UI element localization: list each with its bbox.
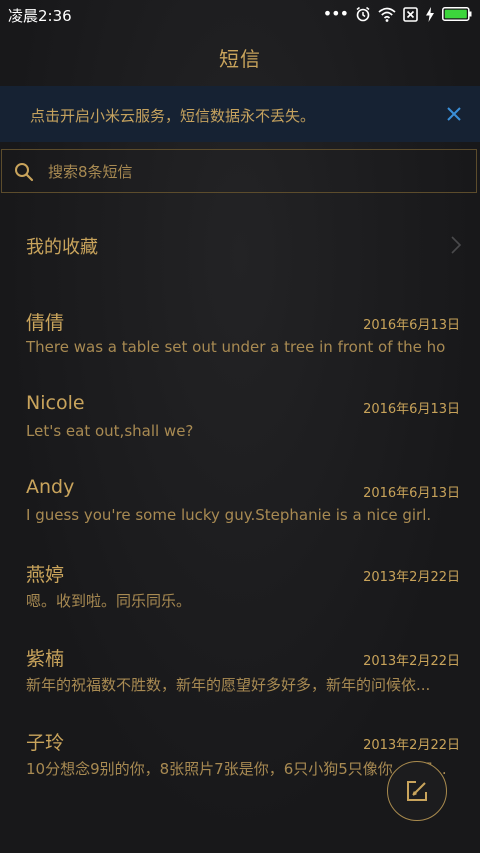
message-preview: Let's eat out,shall we? [26,422,194,440]
more-notifications-icon: ••• [322,4,349,23]
message-item[interactable]: 紫楠 2013年2月22日 新年的祝福数不胜数，新年的愿望好多好多，新年的问候依… [0,644,480,728]
message-date: 2013年2月22日 [363,570,460,585]
message-item[interactable]: 燕婷 2013年2月22日 嗯。收到啦。同乐同乐。 [0,560,480,644]
charging-icon [426,6,434,22]
close-icon [447,107,461,121]
message-sender: 紫楠 [26,648,65,670]
message-preview: I guess you're some lucky guy.Stephanie … [26,506,432,524]
battery-icon [442,7,472,21]
message-sender: 燕婷 [26,564,65,586]
message-date: 2016年6月13日 [363,318,460,333]
message-item[interactable]: Andy 2016年6月13日 I guess you're some luck… [0,476,480,560]
banner-close-button[interactable] [442,102,466,126]
message-preview: 新年的祝福数不胜数，新年的愿望好多好多，新年的问候依... [26,676,431,694]
message-sender: Nicole [26,392,85,414]
compose-icon [407,781,427,801]
message-preview: 10分想念9别的你，8张照片7张是你，6只小狗5只像你，4相... [26,760,446,778]
search-icon [15,163,34,182]
status-icons: ••• [323,5,472,23]
status-bar: 凌晨2:36 ••• [0,0,480,28]
message-item[interactable]: Nicole 2016年6月13日 Let's eat out,shall we… [0,392,480,476]
search-box[interactable] [1,149,477,193]
search-input[interactable] [46,158,450,186]
message-date: 2016年6月13日 [363,402,460,417]
message-sender: 倩倩 [26,312,65,334]
message-sender: 子玲 [26,732,65,754]
wifi-icon [378,7,396,22]
compose-button[interactable] [387,761,447,821]
sim-icon [403,6,418,22]
chevron-right-icon [451,236,462,254]
cloud-banner[interactable]: 点击开启小米云服务，短信数据永不丢失。 [0,86,480,142]
message-preview: There was a table set out under a tree i… [26,338,446,356]
status-time: 凌晨2:36 [8,7,72,25]
message-item[interactable]: 倩倩 2016年6月13日 There was a table set out … [0,308,480,392]
title-bar: 短信 [0,28,480,86]
favorites-row[interactable]: 我的收藏 [0,220,480,272]
message-date: 2013年2月22日 [363,738,460,753]
message-date: 2013年2月22日 [363,654,460,669]
message-preview: 嗯。收到啦。同乐同乐。 [26,592,192,610]
page-title: 短信 [219,46,261,71]
favorites-label: 我的收藏 [26,237,98,258]
banner-text: 点击开启小米云服务，短信数据永不丢失。 [30,107,316,125]
message-sender: Andy [26,476,75,498]
alarm-icon [356,6,370,22]
message-date: 2016年6月13日 [363,486,460,501]
